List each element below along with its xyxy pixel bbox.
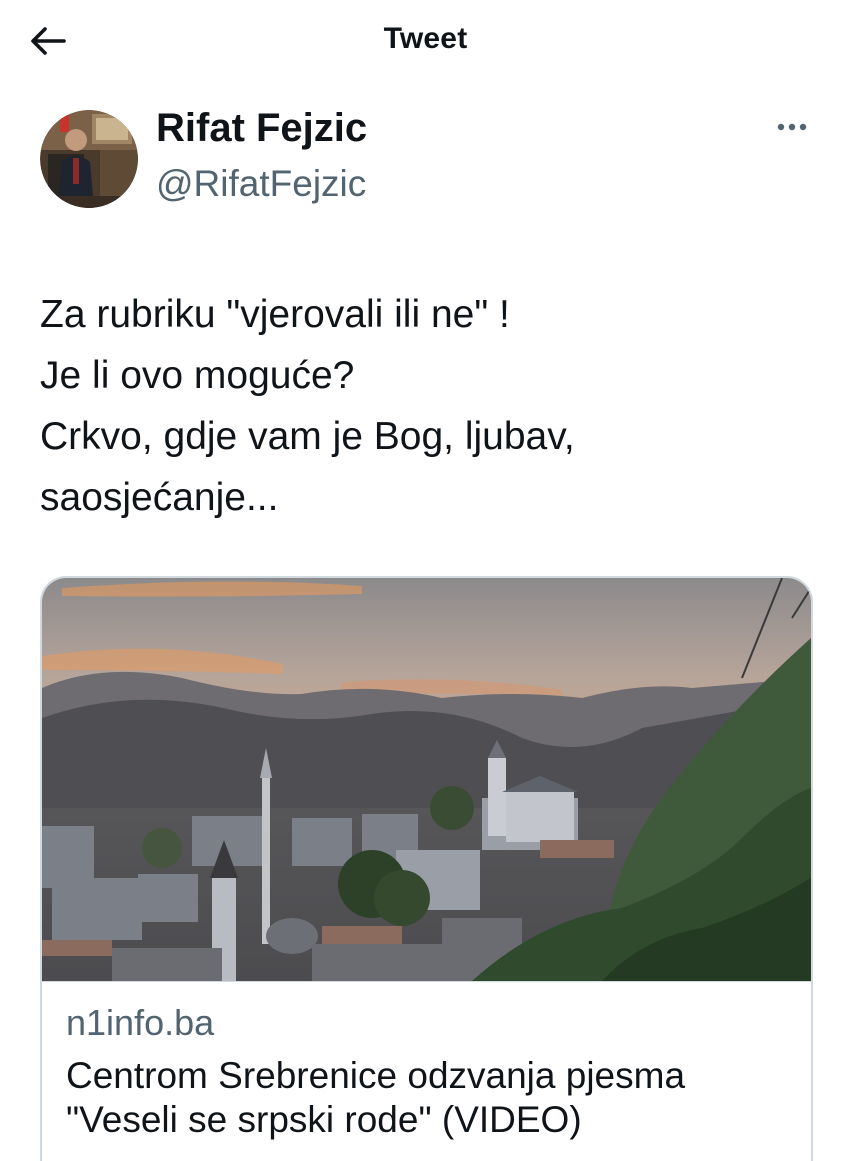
link-preview-card[interactable]: n1info.ba Centrom Srebrenice odzvanja pj… — [40, 576, 813, 1161]
link-preview-image — [42, 578, 811, 981]
page-title: Tweet — [383, 22, 468, 55]
avatar[interactable] — [40, 110, 138, 208]
tweet-text: Za rubriku "vjerovali ili ne" ! Je li ov… — [40, 284, 820, 528]
author-name[interactable]: Rifat Fejzic — [156, 106, 367, 151]
more-options-button[interactable] — [772, 112, 812, 142]
link-title: Centrom Srebrenice odzvanja pjesma "Vese… — [66, 1055, 686, 1140]
tweet-line: Je li ovo moguće? — [40, 354, 355, 397]
tweet-line: saosjećanje... — [40, 476, 279, 519]
top-bar: Tweet — [0, 0, 851, 86]
tweet-line: Za rubriku "vjerovali ili ne" ! — [40, 293, 510, 336]
tweet-detail-screen: Tweet Rifat Fejzic @RifatFejzic Za rubri… — [0, 0, 851, 1161]
card-divider — [42, 981, 811, 982]
link-domain: n1info.ba — [66, 1002, 215, 1043]
tweet-line: Crkvo, gdje vam je Bog, ljubav, — [40, 415, 575, 458]
more-horizontal-icon — [777, 123, 807, 131]
author-handle[interactable]: @RifatFejzic — [156, 163, 366, 205]
